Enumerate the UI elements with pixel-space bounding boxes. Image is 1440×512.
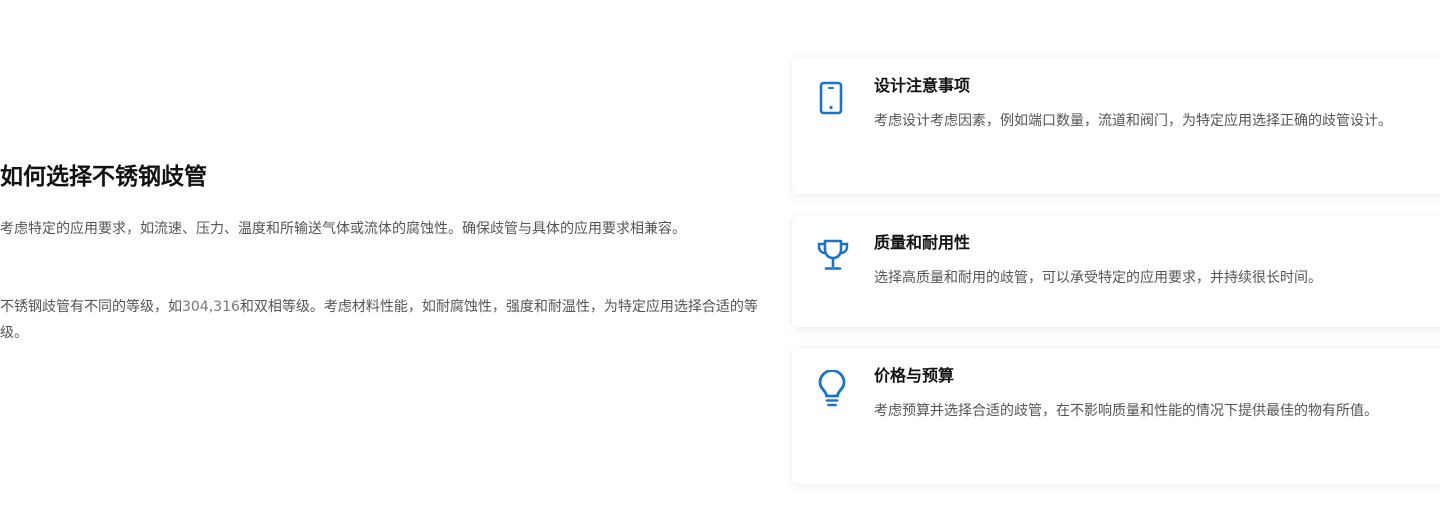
intro-block: 如何选择不锈钢歧管 考虑特定的应用要求，如流速、压力、温度和所输送气体或流体的腐… (0, 160, 760, 346)
intro-paragraph-2: 不锈钢歧管有不同的等级，如304,316和双相等级。考虑材料性能，如耐腐蚀性，强… (0, 294, 760, 346)
feature-card-price: 价格与预算 考虑预算并选择合适的歧管，在不影响质量和性能的情况下提供最佳的物有所… (792, 348, 1440, 484)
intro-paragraph-1: 考虑特定的应用要求，如流速、压力、温度和所输送气体或流体的腐蚀性。确保歧管与具体… (0, 221, 686, 237)
section-heading: 如何选择不锈钢歧管 (0, 164, 207, 190)
lightbulb-icon (814, 370, 850, 410)
trophy-icon (814, 237, 850, 277)
feature-card-design: 设计注意事项 考虑设计考虑因素，例如端口数量，流道和阀门，为特定应用选择正确的歧… (792, 58, 1440, 194)
card-title: 质量和耐用性 (874, 233, 971, 252)
selection-guide-section: 如何选择不锈钢歧管 考虑特定的应用要求，如流速、压力、温度和所输送气体或流体的腐… (0, 0, 1440, 512)
card-title: 设计注意事项 (874, 76, 971, 95)
card-title: 价格与预算 (874, 366, 955, 385)
card-description: 考虑设计考虑因素，例如端口数量，流道和阀门，为特定应用选择正确的歧管设计。 (874, 113, 1392, 129)
card-description: 考虑预算并选择合适的歧管，在不影响质量和性能的情况下提供最佳的物有所值。 (874, 403, 1378, 419)
paragraph-2-text-start: 不锈钢歧管有不同的等级，如 (0, 299, 182, 315)
card-description: 选择高质量和耐用的歧管，可以承受特定的应用要求，并持续很长时间。 (874, 270, 1322, 286)
mobile-phone-icon (814, 80, 850, 120)
steel-grades-text: 304,316 (182, 299, 240, 315)
feature-card-quality: 质量和耐用性 选择高质量和耐用的歧管，可以承受特定的应用要求，并持续很长时间。 (792, 215, 1440, 327)
